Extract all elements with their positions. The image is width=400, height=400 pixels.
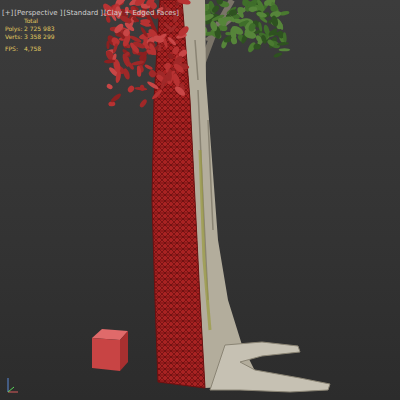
stat-value: 3 358 299 (24, 33, 55, 41)
tree-roots (210, 342, 330, 392)
viewport-menu[interactable]: [+] (2, 9, 13, 18)
wire-foliage (101, 0, 191, 109)
stat-label: Verts: (5, 33, 22, 41)
viewport-menu[interactable]: [Clay + Edged Faces] (104, 9, 179, 18)
stat-value: 2 725 983 (24, 25, 55, 33)
scene-render (0, 0, 400, 400)
stats-header: Total (24, 17, 55, 25)
stats-overlay: TotalPolys:2 725 983Verts:3 358 299FPS:4… (5, 17, 55, 53)
trunk-wireframe (152, 0, 205, 388)
stat-value: 4,758 (24, 45, 55, 53)
stat-label: FPS: (5, 45, 22, 53)
viewport-label: [+][Perspective ][Standard ][Clay + Edge… (2, 9, 179, 18)
stat-label: Polys: (5, 25, 22, 33)
perspective-viewport[interactable]: [+][Perspective ][Standard ][Clay + Edge… (0, 0, 400, 400)
viewport-menu[interactable]: [Perspective ] (14, 9, 62, 18)
box-object[interactable] (92, 329, 128, 371)
viewport-menu[interactable]: [Standard ] (64, 9, 104, 18)
axis-gizmo-icon (8, 378, 18, 392)
